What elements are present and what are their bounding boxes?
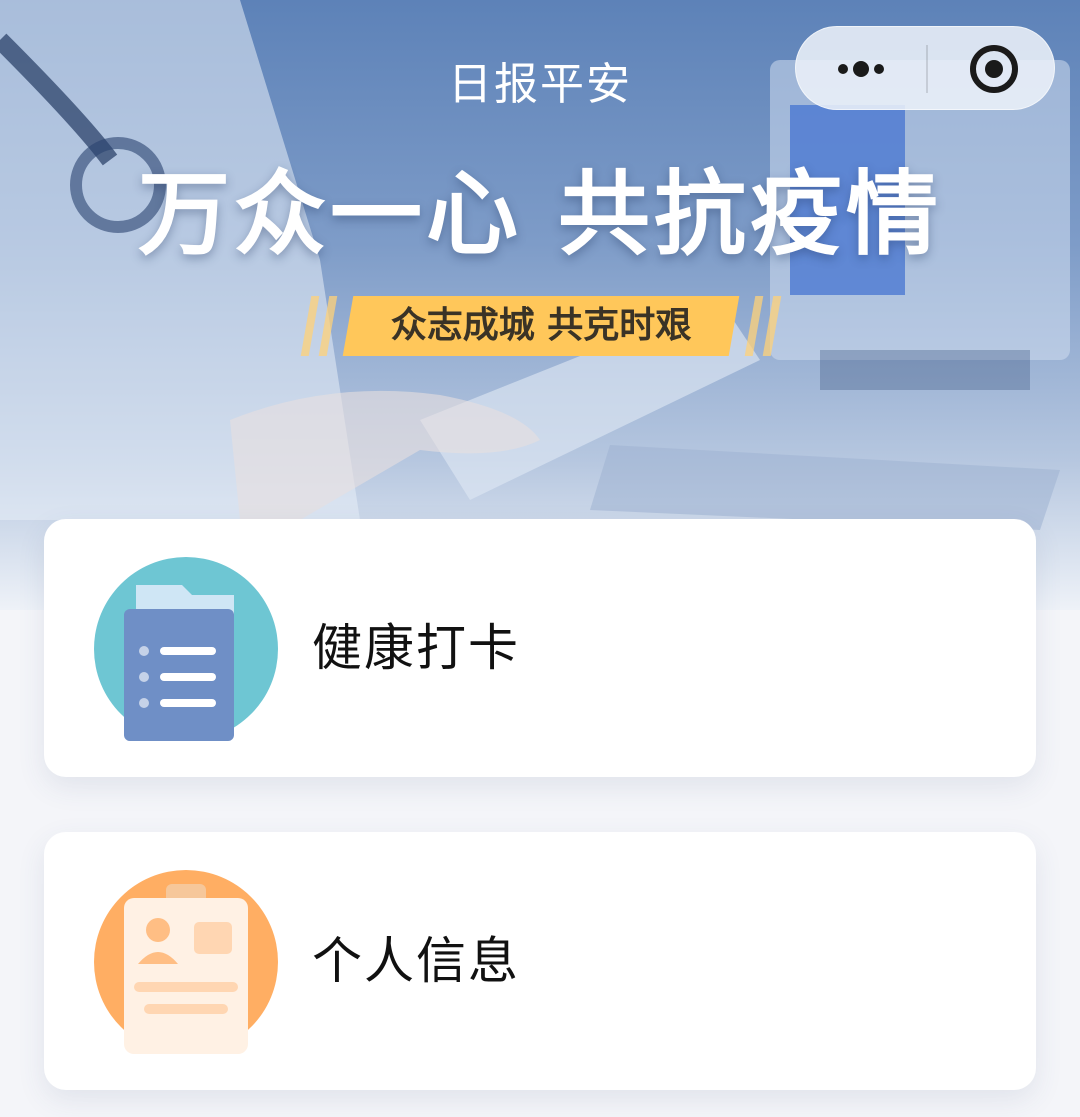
personal-info-card[interactable]: 个人信息 [44,832,1036,1090]
health-checkin-label: 健康打卡 [312,619,520,677]
mini-program-capsule [795,26,1055,110]
target-close-icon[interactable] [956,27,1031,111]
ribbon-stripe [762,296,782,356]
ribbon-stripe [744,296,764,356]
document-folder-icon [94,557,278,741]
id-card-icon [94,870,278,1054]
slogan-text: 众志成城 共克时艰 [390,305,692,346]
personal-info-label: 个人信息 [312,932,520,990]
banner-headline: 万众一心 共抗疫情 [137,161,943,268]
more-dots-icon[interactable] [826,27,896,111]
capsule-divider [926,45,928,93]
health-checkin-card[interactable]: 健康打卡 [44,519,1036,777]
slogan-ribbon: 众志成城 共克时艰 [298,296,784,356]
ribbon-stripe [318,296,338,356]
ribbon-stripe [300,296,320,356]
